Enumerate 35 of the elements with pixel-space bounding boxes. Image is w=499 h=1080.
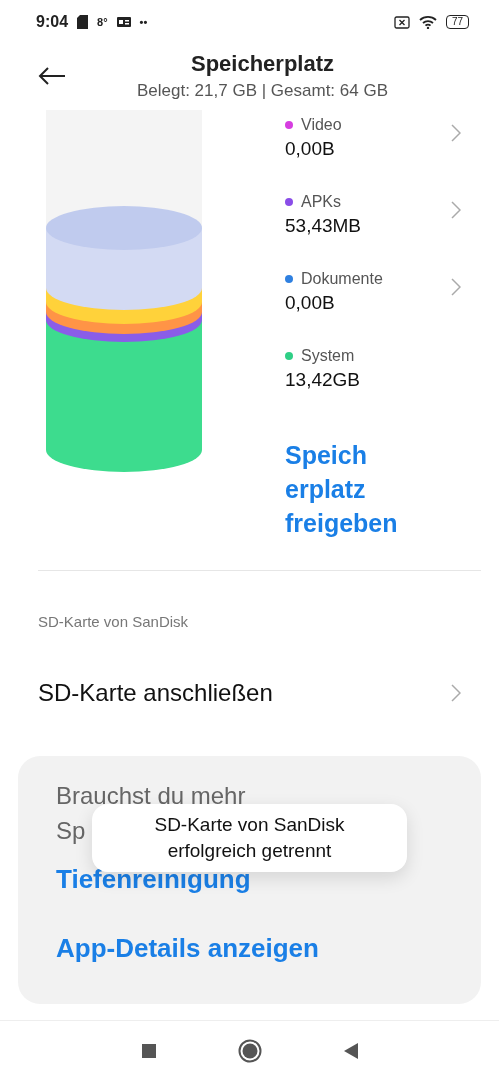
card-icon [116,17,131,27]
category-name: Dokumente [301,270,383,288]
page-title: Speicherplatz [190,51,334,77]
back-arrow-icon[interactable] [38,67,66,85]
temperature-text: 8° [97,16,108,28]
storage-category-item[interactable]: Dokumente 0,00B [285,262,499,339]
card-link[interactable]: App-Details anzeigen [56,933,319,964]
storage-category-item[interactable]: APKs 53,43MB [285,185,499,262]
sd-card-icon [77,15,89,29]
chevron-icon [451,278,461,296]
recents-icon[interactable] [141,1043,156,1058]
category-size: 0,00B [285,292,336,314]
back-icon[interactable] [343,1042,358,1059]
category-name: System [301,347,355,365]
category-name: APKs [301,193,341,211]
chevron-icon [451,684,461,702]
category-size: 0,00B [285,138,336,160]
category-size: 13,42GB [285,369,361,391]
battery-indicator: 77 [445,15,469,29]
category-name: Video [301,116,342,134]
storage-category-item[interactable]: System 13,42GB [285,339,499,416]
section-label: SD-Karte von SanDisk [37,612,190,630]
clock-time: 9:04 [36,13,69,31]
chevron-icon [451,124,461,142]
storage-summary: Belegt: 21,7 GB | Gesamt: 64 GB [136,81,388,101]
no-sim-icon [393,15,410,29]
category-size: 53,43MB [285,215,363,237]
connect-sd-card-item[interactable]: SD-Karte anschließen [0,630,499,718]
notification-dots: •• [139,16,148,28]
free-up-storage-link[interactable]: Speich erplatz freigeben [285,438,398,540]
card-heading-line: Sp [56,816,86,846]
home-icon[interactable] [237,1038,262,1063]
wifi-icon [418,15,437,29]
chevron-icon [451,201,461,219]
storage-category-item[interactable]: Video 0,00B [285,108,499,185]
